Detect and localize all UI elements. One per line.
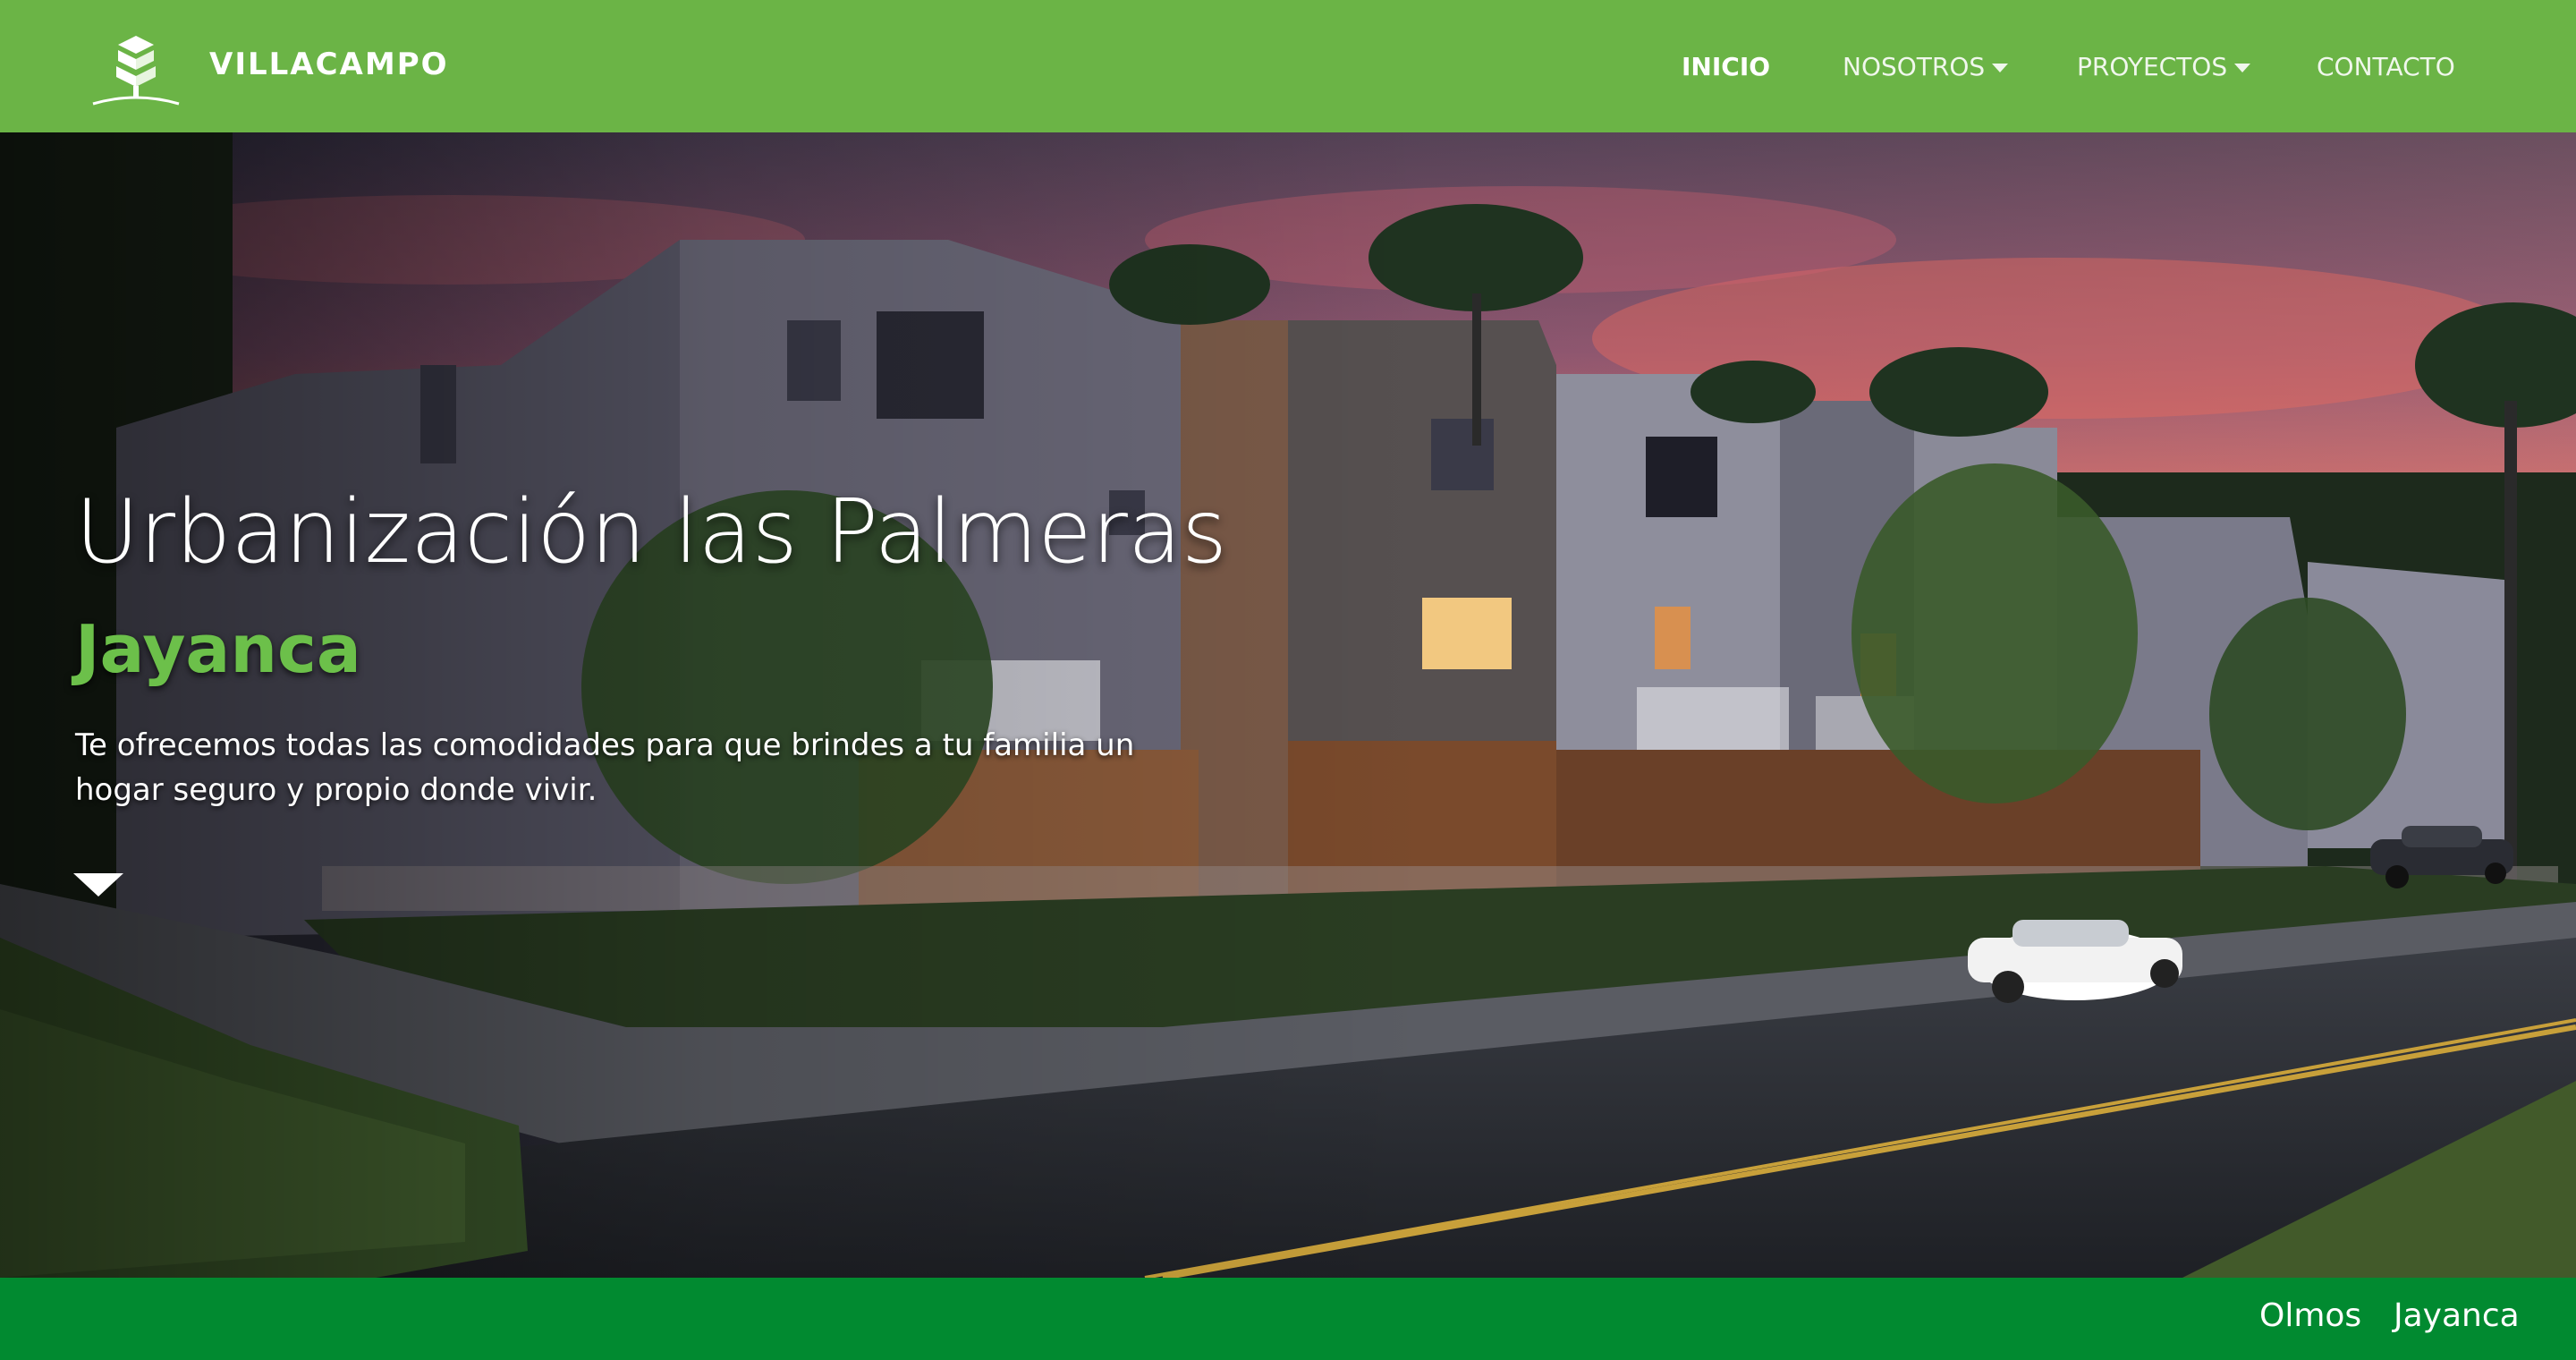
site-header: VILLACAMPO INICIO NOSOTROS PROYECTOS CON… bbox=[0, 0, 2576, 132]
scroll-down-icon[interactable] bbox=[73, 873, 123, 897]
hero-subtitle: Jayanca bbox=[75, 611, 361, 688]
nav-label: NOSOTROS bbox=[1843, 52, 1986, 81]
chevron-down-icon bbox=[1992, 64, 2009, 72]
hero-background-image bbox=[0, 132, 2576, 1278]
brand-name[interactable]: VILLACAMPO bbox=[209, 47, 449, 82]
tree-logo-icon[interactable] bbox=[89, 32, 182, 107]
chevron-down-icon bbox=[2234, 64, 2251, 72]
nav-label: CONTACTO bbox=[2317, 52, 2455, 81]
nav-inicio[interactable]: INICIO bbox=[1682, 45, 1770, 89]
location-link-olmos[interactable]: Olmos bbox=[2259, 1297, 2361, 1334]
nav-proyectos[interactable]: PROYECTOS bbox=[2077, 45, 2251, 89]
nav-label: INICIO bbox=[1682, 52, 1771, 81]
location-link-jayanca[interactable]: Jayanca bbox=[2394, 1297, 2520, 1334]
hero-section: Urbanización las Palmeras Jayanca Te ofr… bbox=[0, 132, 2576, 1278]
hero-title: Urbanización las Palmeras bbox=[75, 481, 1228, 583]
hero-description: Te ofrecemos todas las comodidades para … bbox=[75, 727, 1135, 808]
nav-contacto[interactable]: CONTACTO bbox=[2317, 45, 2455, 89]
nav-nosotros[interactable]: NOSOTROS bbox=[1843, 45, 2009, 89]
locations-bar: Olmos Jayanca bbox=[0, 1278, 2576, 1360]
nav-label: PROYECTOS bbox=[2077, 52, 2228, 81]
